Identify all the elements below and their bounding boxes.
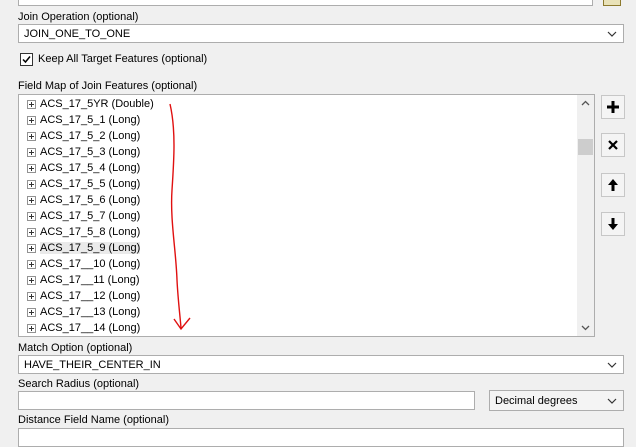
arrow-up-icon	[608, 179, 618, 191]
tree-item[interactable]: ACS_17_5_4 (Long)	[27, 160, 140, 176]
remove-field-button[interactable]	[601, 133, 625, 157]
search-radius-unit-value: Decimal degrees	[495, 395, 578, 407]
field-map-label: Field Map of Join Features (optional)	[18, 80, 198, 92]
join-operation-value: JOIN_ONE_TO_ONE	[24, 28, 131, 40]
tree-item[interactable]: ACS_17__10 (Long)	[27, 256, 140, 272]
folder-browse-icon[interactable]	[603, 0, 621, 6]
tree-item[interactable]: ACS_17_5_6 (Long)	[27, 192, 140, 208]
expand-plus-icon[interactable]	[27, 115, 36, 125]
expand-plus-icon[interactable]	[27, 147, 36, 157]
chevron-down-icon	[605, 394, 619, 408]
previous-parameter-field[interactable]	[18, 0, 593, 6]
chevron-down-icon	[605, 358, 619, 372]
expand-plus-icon[interactable]	[27, 99, 36, 109]
match-option-value: HAVE_THEIR_CENTER_IN	[24, 359, 161, 371]
distance-field-label: Distance Field Name (optional)	[18, 414, 170, 426]
expand-plus-icon[interactable]	[27, 307, 36, 317]
tree-item[interactable]: ACS_17_5_8 (Long)	[27, 224, 140, 240]
expand-plus-icon[interactable]	[27, 163, 36, 173]
tree-item-label: ACS_17_5_8 (Long)	[40, 226, 141, 238]
keep-all-checkbox[interactable]	[20, 53, 33, 66]
tree-item-label: ACS_17_5_4 (Long)	[40, 162, 141, 174]
expand-plus-icon[interactable]	[27, 195, 36, 205]
tree-item-label: ACS_17_5_3 (Long)	[40, 146, 141, 158]
expand-plus-icon[interactable]	[27, 323, 36, 333]
tree-item-label: ACS_17__14 (Long)	[40, 322, 141, 334]
tree-item-label: ACS_17__10 (Long)	[40, 258, 141, 270]
x-icon	[608, 140, 618, 150]
distance-field-input[interactable]	[18, 428, 624, 447]
scroll-down-icon[interactable]	[577, 319, 594, 336]
expand-plus-icon[interactable]	[27, 243, 36, 253]
tree-item[interactable]: ACS_17_5_3 (Long)	[27, 144, 140, 160]
tree-item-label: ACS_17_5_9 (Long)	[40, 242, 141, 254]
tree-item-label: ACS_17_5_6 (Long)	[40, 194, 141, 206]
tree-item-label: ACS_17_5_7 (Long)	[40, 210, 141, 222]
join-operation-label: Join Operation (optional)	[18, 11, 139, 23]
tree-item-label: ACS_17__12 (Long)	[40, 290, 141, 302]
arrow-down-icon	[608, 218, 618, 230]
tree-item[interactable]: ACS_17_5_7 (Long)	[27, 208, 140, 224]
add-field-button[interactable]	[601, 95, 625, 119]
tree-item[interactable]: ACS_17_5YR (Double)	[27, 96, 154, 112]
search-radius-unit-select[interactable]: Decimal degrees	[489, 390, 624, 411]
match-option-select[interactable]: HAVE_THEIR_CENTER_IN	[18, 355, 624, 374]
move-down-button[interactable]	[601, 212, 625, 236]
tree-item[interactable]: ACS_17__12 (Long)	[27, 288, 140, 304]
tree-item-label: ACS_17_5YR (Double)	[40, 98, 154, 110]
tree-item[interactable]: ACS_17_5_1 (Long)	[27, 112, 140, 128]
chevron-down-icon	[605, 27, 619, 41]
search-radius-label: Search Radius (optional)	[18, 378, 140, 390]
scroll-up-icon[interactable]	[577, 95, 594, 112]
expand-plus-icon[interactable]	[27, 179, 36, 189]
expand-plus-icon[interactable]	[27, 259, 36, 269]
tree-item[interactable]: ACS_17_5_5 (Long)	[27, 176, 140, 192]
expand-plus-icon[interactable]	[27, 291, 36, 301]
tree-item-label: ACS_17_5_1 (Long)	[40, 114, 141, 126]
keep-all-label[interactable]: Keep All Target Features (optional)	[38, 53, 207, 65]
tree-item-label: ACS_17_5_5 (Long)	[40, 178, 141, 190]
tree-item[interactable]: ACS_17_5_2 (Long)	[27, 128, 140, 144]
scroll-thumb[interactable]	[578, 139, 593, 155]
checkmark-icon	[22, 56, 31, 64]
tree-item[interactable]: ACS_17__11 (Long)	[27, 272, 139, 288]
join-operation-select[interactable]: JOIN_ONE_TO_ONE	[18, 24, 624, 43]
match-option-label: Match Option (optional)	[18, 342, 133, 354]
search-radius-input[interactable]	[18, 391, 475, 410]
tree-item-label: ACS_17__13 (Long)	[40, 306, 141, 318]
expand-plus-icon[interactable]	[27, 227, 36, 237]
tree-item[interactable]: ACS_17__14 (Long)	[27, 320, 140, 336]
tree-item-label: ACS_17_5_2 (Long)	[40, 130, 141, 142]
expand-plus-icon[interactable]	[27, 211, 36, 221]
expand-plus-icon[interactable]	[27, 131, 36, 141]
tree-item[interactable]: ACS_17_5_9 (Long)	[27, 240, 141, 256]
plus-icon	[607, 101, 619, 113]
expand-plus-icon[interactable]	[27, 275, 36, 285]
tree-item[interactable]: ACS_17__13 (Long)	[27, 304, 140, 320]
list-scrollbar[interactable]	[577, 95, 594, 336]
field-map-tree[interactable]: ACS_17_5YR (Double) ACS_17_5_1 (Long) ACS_…	[18, 94, 595, 337]
move-up-button[interactable]	[601, 173, 625, 197]
tree-item-label: ACS_17__11 (Long)	[40, 274, 140, 286]
